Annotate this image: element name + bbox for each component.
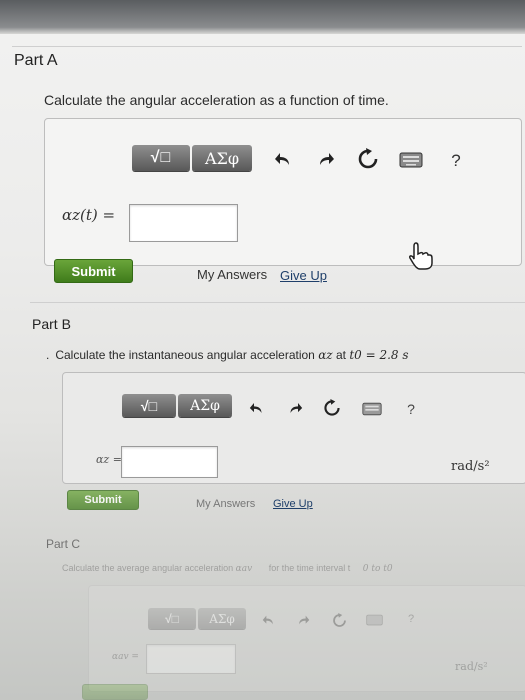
keyboard-button[interactable]	[398, 150, 424, 170]
part-b-my-answers-link[interactable]: My Answers	[196, 498, 255, 510]
part-c-answer-input[interactable]	[146, 644, 236, 674]
help-icon: ?	[451, 151, 461, 170]
part-a-title: Part A	[14, 52, 58, 69]
help-button[interactable]: ?	[446, 150, 466, 172]
part-c-units: rad/s²	[455, 660, 488, 673]
mouse-cursor-icon	[409, 242, 433, 270]
redo-icon	[298, 615, 309, 625]
browser-screen: Part A Calculate the angular acceleratio…	[0, 0, 525, 700]
part-b-answer-input[interactable]	[121, 446, 218, 478]
top-bezel	[0, 0, 525, 34]
part-b-submit-button[interactable]: Submit	[67, 490, 139, 510]
keyboard-icon	[399, 152, 423, 168]
undo-icon	[262, 615, 273, 625]
part-c-prompt: Calculate the average angular accelerati…	[62, 563, 393, 574]
part-a-answer-panel	[44, 118, 522, 266]
part-c-title: Part C	[46, 537, 81, 551]
templates-button[interactable]: √□	[148, 608, 196, 629]
greek-symbols-icon: ΑΣφ	[190, 397, 220, 414]
keyboard-icon	[362, 402, 382, 416]
divider	[30, 302, 525, 303]
reset-button[interactable]	[330, 611, 348, 629]
greek-symbols-button[interactable]: ΑΣφ	[178, 394, 232, 417]
redo-button[interactable]	[295, 613, 311, 627]
part-c-submit-button[interactable]	[82, 684, 148, 700]
bullet: .	[46, 348, 50, 362]
greek-symbols-button[interactable]: ΑΣφ	[198, 608, 246, 629]
part-c-answer-panel	[88, 585, 525, 692]
undo-icon	[249, 403, 261, 413]
part-a-submit-button[interactable]: Submit	[54, 259, 133, 283]
reset-icon	[332, 612, 346, 627]
templates-icon: √□	[140, 397, 158, 414]
templates-button[interactable]: √□	[132, 145, 190, 171]
reset-button[interactable]	[320, 397, 344, 419]
greek-symbols-icon: ΑΣφ	[209, 611, 235, 626]
help-icon: ?	[407, 401, 415, 417]
reset-icon	[358, 148, 378, 169]
redo-icon	[320, 153, 334, 165]
part-b-answer-label: αz =	[96, 453, 122, 466]
undo-button[interactable]	[271, 148, 295, 170]
templates-button[interactable]: √□	[122, 394, 176, 417]
part-b-prompt: . Calculate the instantaneous angular acc…	[46, 348, 409, 362]
help-button[interactable]: ?	[404, 612, 418, 626]
undo-icon	[275, 153, 289, 165]
part-a-give-up-link[interactable]: Give Up	[280, 268, 327, 283]
part-a-my-answers-link[interactable]: My Answers	[197, 267, 267, 282]
part-b-title: Part B	[32, 316, 71, 332]
part-b-give-up-link[interactable]: Give Up	[273, 498, 313, 510]
part-a-answer-input[interactable]	[129, 204, 238, 242]
undo-button[interactable]	[246, 399, 266, 417]
reset-button[interactable]	[355, 146, 381, 172]
keyboard-icon	[365, 614, 383, 626]
part-b-units: rad/s²	[451, 459, 490, 474]
part-a-prompt: Calculate the angular acceleration as a …	[44, 92, 389, 108]
keyboard-button[interactable]	[364, 613, 384, 627]
reset-icon	[324, 399, 340, 416]
greek-symbols-button[interactable]: ΑΣφ	[192, 145, 252, 171]
redo-button[interactable]	[314, 148, 338, 170]
divider	[12, 46, 522, 47]
keyboard-button[interactable]	[360, 400, 384, 418]
redo-icon	[290, 403, 302, 413]
templates-icon: √□	[150, 149, 172, 166]
help-icon: ?	[407, 613, 415, 625]
part-a-answer-label: αz(t) =	[62, 206, 116, 224]
part-c-answer-label: αav =	[112, 652, 139, 662]
redo-button[interactable]	[285, 399, 305, 417]
help-button[interactable]: ?	[402, 400, 420, 418]
undo-button[interactable]	[260, 613, 276, 627]
templates-icon: √□	[165, 611, 179, 626]
greek-symbols-icon: ΑΣφ	[204, 148, 240, 168]
